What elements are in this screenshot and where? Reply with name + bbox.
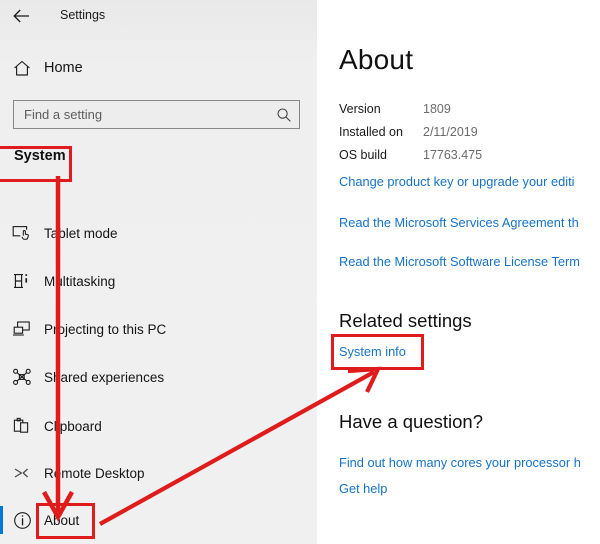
get-help-link[interactable]: Get help: [339, 481, 387, 496]
search-box[interactable]: [13, 100, 300, 129]
sidebar-item-shared-experiences[interactable]: Shared experiences: [0, 357, 317, 397]
spec-label: Installed on: [339, 125, 403, 139]
home-label: Home: [44, 60, 83, 76]
tablet-mode-icon: [0, 224, 44, 242]
sidebar-item-label: Clipboard: [44, 418, 102, 434]
sidebar-item-label: Remote Desktop: [44, 465, 145, 481]
sidebar-item-label: Shared experiences: [44, 369, 165, 385]
sidebar-item-label: Tablet mode: [44, 225, 118, 241]
spec-value: 17763.475: [423, 148, 483, 162]
sidebar-item-multitasking[interactable]: Multitasking: [0, 261, 317, 301]
find-out-cores-link[interactable]: Find out how many cores your processor h: [339, 455, 581, 470]
spec-row-version: Version 1809: [339, 102, 600, 123]
sidebar: Settings Home System: [0, 0, 317, 544]
sidebar-item-label: Multitasking: [44, 273, 116, 289]
selection-indicator: [0, 506, 3, 534]
sidebar-item-clipboard[interactable]: Clipboard: [0, 406, 317, 446]
settings-window: Settings Home System: [0, 0, 600, 544]
search-icon[interactable]: [269, 107, 299, 123]
home-icon: [0, 60, 44, 77]
sidebar-item-tablet-mode[interactable]: Tablet mode: [0, 213, 317, 253]
related-settings-heading: Related settings: [339, 310, 472, 331]
window-title: Settings: [60, 8, 106, 22]
multitasking-icon: [0, 272, 44, 290]
change-product-key-link[interactable]: Change product key or upgrade your editi: [339, 174, 574, 189]
sidebar-item-projecting-to-this-pc[interactable]: Projecting to this PC: [0, 309, 317, 349]
spec-row-os-build: OS build 17763.475: [339, 148, 600, 169]
about-nav-highlight: [36, 503, 95, 539]
remote-desktop-icon: [0, 464, 44, 482]
system-group-highlight: [0, 146, 72, 182]
spec-value: 1809: [423, 102, 451, 116]
spec-row-installed-on: Installed on 2/11/2019: [339, 125, 600, 146]
system-info-link-highlight: [331, 334, 424, 370]
title-bar: Settings: [0, 0, 317, 32]
back-arrow-icon: [12, 9, 30, 23]
sidebar-item-label: Projecting to this PC: [44, 321, 167, 337]
software-license-terms-link[interactable]: Read the Microsoft Software License Term: [339, 254, 580, 269]
have-a-question-heading: Have a question?: [339, 411, 483, 432]
content-panel: About Version 1809 Installed on 2/11/201…: [317, 0, 600, 544]
page-title: About: [339, 44, 414, 75]
sidebar-item-home[interactable]: Home: [0, 50, 317, 86]
services-agreement-link[interactable]: Read the Microsoft Services Agreement th: [339, 215, 579, 230]
shared-experiences-icon: [0, 368, 44, 386]
projecting-icon: [0, 320, 44, 338]
sidebar-item-remote-desktop[interactable]: Remote Desktop: [0, 453, 317, 493]
spec-label: Version: [339, 102, 381, 116]
clipboard-icon: [0, 417, 44, 435]
search-input[interactable]: [14, 101, 269, 128]
back-button[interactable]: [8, 4, 34, 28]
spec-label: OS build: [339, 148, 387, 162]
spec-value: 2/11/2019: [423, 125, 478, 139]
